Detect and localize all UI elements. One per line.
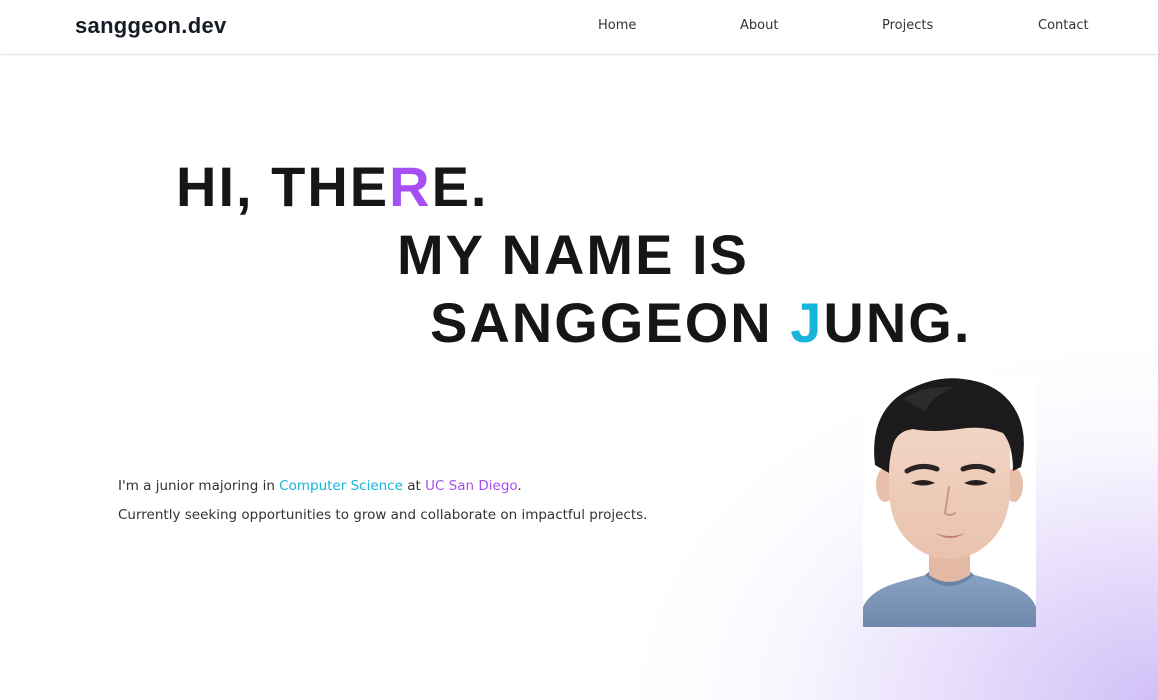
hero-name-accent: J	[790, 291, 824, 354]
hero-name-intro: MY NAME IS	[397, 223, 749, 286]
intro-goal: Currently seeking opportunities to grow …	[118, 507, 648, 523]
hero-name-start: SANGGEON	[430, 291, 791, 354]
major-link[interactable]: Computer Science	[279, 478, 403, 494]
intro-suffix: .	[517, 478, 522, 494]
intro-middle: at	[402, 478, 426, 494]
hero-greeting-start: HI, THE	[176, 155, 390, 218]
intro-prefix: I'm a junior majoring in	[118, 478, 280, 494]
nav-link-contact[interactable]: Contact	[1038, 18, 1089, 33]
hero-greeting-end: E.	[431, 155, 489, 218]
nav-link-projects[interactable]: Projects	[882, 18, 933, 33]
school-link[interactable]: UC San Diego	[425, 478, 517, 494]
nav-link-about[interactable]: About	[740, 18, 778, 33]
hero-name: SANGGEON JUNG.	[430, 295, 971, 351]
top-navbar: sanggeon.dev Home About Projects Contact	[0, 0, 1158, 55]
hero-greeting-accent: R	[389, 155, 432, 218]
hero-name-end: UNG.	[823, 291, 972, 354]
site-logo[interactable]: sanggeon.dev	[75, 13, 227, 39]
profile-photo	[863, 375, 1036, 627]
nav-link-home[interactable]: Home	[598, 18, 636, 33]
intro-education: I'm a junior majoring in Computer Scienc…	[118, 478, 522, 494]
hero-greeting: HI, THERE.	[176, 159, 489, 215]
